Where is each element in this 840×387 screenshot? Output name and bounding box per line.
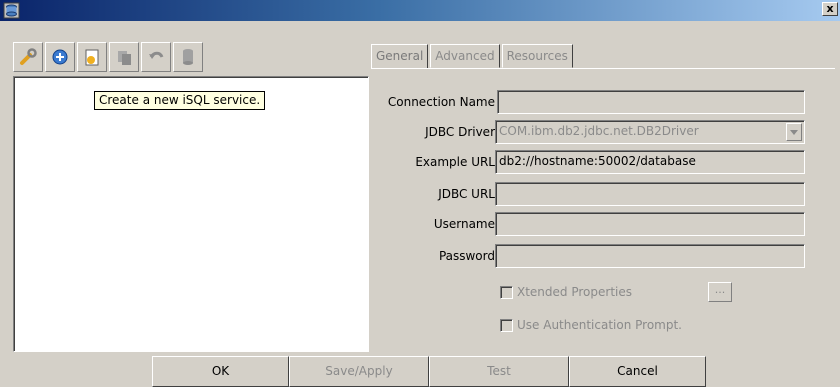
- jdbc-driver-value: COM.ibm.db2.jdbc.net.DB2Driver: [499, 124, 699, 138]
- connection-name-label: Connection Name: [387, 95, 495, 109]
- tab-resources[interactable]: Resources: [501, 44, 573, 68]
- new-service-icon: [85, 49, 99, 66]
- example-url-field: db2://hostname:50002/database: [495, 150, 805, 174]
- username-label: Username: [433, 217, 495, 231]
- connect-icon: [52, 49, 68, 65]
- tab-advanced[interactable]: Advanced: [430, 44, 500, 68]
- copy-button[interactable]: [109, 42, 139, 72]
- ok-button[interactable]: OK: [152, 356, 289, 387]
- checkbox-box[interactable]: [500, 285, 513, 299]
- undo-button[interactable]: [141, 42, 171, 72]
- service-tree-panel[interactable]: [13, 76, 369, 352]
- tooltip: Create a new iSQL service.: [94, 91, 266, 110]
- tab-general[interactable]: General: [371, 44, 429, 69]
- jdbc-url-label: JDBC URL: [438, 187, 495, 201]
- xtended-properties-label: Xtended Properties: [517, 285, 632, 299]
- password-label: Password: [438, 249, 495, 263]
- database-button[interactable]: [173, 42, 203, 72]
- database-icon: [183, 49, 193, 65]
- test-button[interactable]: Test: [429, 356, 569, 387]
- use-auth-prompt-label: Use Authentication Prompt.: [517, 318, 682, 332]
- username-field[interactable]: [495, 212, 805, 236]
- new-service-button[interactable]: [77, 42, 107, 72]
- wrench-icon: [20, 48, 37, 65]
- use-auth-prompt-checkbox[interactable]: Use Authentication Prompt.: [500, 316, 682, 334]
- tab-strip: General Advanced Resources: [371, 44, 575, 69]
- copy-icon: [118, 51, 131, 65]
- example-url-label: Example URL: [415, 155, 495, 169]
- save-apply-button[interactable]: Save/Apply: [289, 356, 429, 387]
- toolbar: [13, 42, 203, 72]
- connection-name-field[interactable]: [497, 90, 805, 114]
- dropdown-arrow-button[interactable]: [786, 123, 802, 141]
- jdbc-url-field[interactable]: [495, 182, 805, 206]
- cancel-button[interactable]: Cancel: [569, 356, 706, 387]
- wrench-button[interactable]: [13, 42, 43, 72]
- password-field[interactable]: [495, 244, 805, 268]
- title-bar: x: [0, 0, 840, 21]
- undo-icon: [149, 51, 164, 59]
- xtended-properties-checkbox[interactable]: Xtended Properties: [500, 283, 632, 301]
- chevron-down-icon: [790, 129, 798, 135]
- jdbc-driver-label: JDBC Driver: [425, 125, 495, 139]
- app-icon: [3, 2, 20, 19]
- jdbc-driver-select[interactable]: COM.ibm.db2.jdbc.net.DB2Driver: [495, 120, 805, 144]
- close-button[interactable]: x: [822, 2, 838, 16]
- connect-button[interactable]: [45, 42, 75, 72]
- checkbox-box[interactable]: [500, 318, 513, 332]
- properties-ellipsis-button[interactable]: ...: [708, 282, 732, 302]
